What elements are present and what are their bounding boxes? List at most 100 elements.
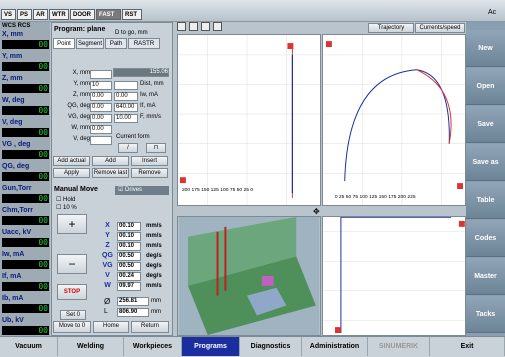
diameter-value: 256.81	[117, 297, 149, 306]
axis-unit: mm/s	[146, 283, 162, 289]
plot-top-view[interactable]: 0 25 50 75 100 125 150 175 200 225	[322, 34, 466, 206]
bottom-nav-button[interactable]: Workpieces	[124, 337, 182, 356]
mode-button[interactable]: DOOR	[70, 9, 95, 20]
axis-unit: deg/s	[146, 263, 162, 269]
program-action-button[interactable]: Insert	[131, 156, 168, 166]
mode-button[interactable]: WTR	[49, 9, 69, 20]
status-value: 00	[2, 238, 49, 247]
plot-side-view[interactable]: 200 175 150 125 100 75 50 25 0	[177, 34, 321, 206]
diameter-symbol: Ø	[104, 297, 111, 306]
field-label: Z, mm	[73, 92, 90, 98]
field-label: W, mm	[71, 125, 90, 131]
side-button[interactable]: Save as	[466, 144, 505, 181]
axis-unit: mm/s	[146, 233, 162, 239]
wcs-tabs[interactable]: WCS RCS	[2, 23, 30, 29]
program-tab[interactable]: Point	[53, 38, 75, 49]
mode-button[interactable]: AR	[33, 9, 48, 20]
mode-button[interactable]: PS	[17, 9, 32, 20]
side-button[interactable]: Table	[466, 182, 505, 219]
program-action-button[interactable]: Apply	[53, 168, 90, 178]
status-label: Chm,Torr	[2, 207, 33, 214]
status-label: Ib, mA	[2, 295, 24, 302]
tab-currents-speed[interactable]: Currents/speed	[415, 23, 465, 33]
side-button[interactable]: Save	[466, 106, 505, 143]
bottom-nav-button[interactable]: Programs	[182, 337, 240, 356]
form-step-button[interactable]: /	[118, 143, 138, 153]
stop-button[interactable]: STOP	[57, 284, 87, 300]
tab-rcs[interactable]: RCS	[18, 23, 31, 29]
form-pulse-button[interactable]: ⊓	[146, 143, 166, 153]
field-label: X, mm	[72, 70, 90, 76]
field-label: QG, deg	[67, 103, 90, 109]
bottom-nav-button[interactable]: Exit	[430, 337, 505, 356]
axis-speed-input[interactable]: 00.10	[117, 232, 141, 241]
bottom-nav-button[interactable]: SINUMERIK	[368, 337, 430, 356]
rfield-label: Iw, mA	[140, 92, 159, 98]
rfield-input[interactable]: 640.00	[114, 103, 138, 112]
hold-checkbox[interactable]: ☐ Hold	[56, 196, 75, 203]
bottom-nav-button[interactable]: Vacuum	[0, 337, 58, 356]
axis-speed-input[interactable]: 09.97	[117, 282, 141, 291]
field-input[interactable]: 0.00	[90, 92, 112, 101]
bottom-nav-button[interactable]: Administration	[302, 337, 368, 356]
axis-label: W	[104, 282, 111, 289]
tab-trajectory[interactable]: Trajectory	[368, 23, 414, 33]
mode-button[interactable]: RST	[122, 9, 142, 20]
plot-front-view[interactable]	[322, 216, 466, 336]
toolbar-icons	[177, 22, 237, 32]
length-unit: mm	[151, 309, 161, 315]
program-action-button[interactable]: Add actual	[53, 156, 90, 166]
field-input[interactable]: 10	[90, 81, 112, 90]
plus-button[interactable]: +	[57, 214, 87, 234]
rfield-input[interactable]	[114, 81, 138, 90]
side-button[interactable]: New	[466, 30, 505, 67]
side-button[interactable]: Master	[466, 258, 505, 295]
axis-speed-input[interactable]: 00.50	[117, 262, 141, 271]
program-action-button[interactable]: Remove last	[92, 168, 129, 178]
crosshair-icon[interactable]: ✥	[313, 207, 320, 216]
field-input[interactable]: 0.00	[90, 125, 112, 134]
field-input[interactable]: 0.00	[90, 103, 112, 112]
status-label: If, mA	[2, 273, 22, 280]
minus-button[interactable]: −	[57, 254, 87, 274]
pct-checkbox[interactable]: ☐ 10 %	[56, 204, 77, 211]
field-label: V, deg	[73, 136, 90, 142]
axis-unit: mm/s	[146, 243, 162, 249]
field-input[interactable]	[90, 70, 112, 79]
axis-speed-input[interactable]: 00.24	[117, 272, 141, 281]
field-input[interactable]	[90, 136, 112, 145]
axis-speed-input[interactable]: 00.50	[117, 252, 141, 261]
field-label: Y, mm	[73, 81, 90, 87]
corner-label: Ac	[488, 9, 497, 16]
axis-speed-input[interactable]: 00.10	[117, 222, 141, 231]
drives-label: Drives	[125, 187, 143, 193]
return-button[interactable]: Return	[131, 321, 169, 333]
program-tab[interactable]: Path	[105, 38, 127, 49]
pan-icon[interactable]	[200, 22, 210, 31]
mode-button[interactable]: FAST	[96, 9, 121, 20]
program-action-button[interactable]: Add	[92, 156, 129, 166]
rfield-input[interactable]: 0.00	[114, 92, 138, 101]
rfield-input[interactable]: 10.00	[114, 114, 138, 123]
fit-icon[interactable]	[212, 22, 222, 31]
side-button[interactable]: Tacks	[466, 296, 505, 333]
move-to-zero-button[interactable]: Move to 0	[53, 321, 91, 333]
zoom-icon[interactable]	[188, 22, 198, 31]
program-action-button[interactable]: Remove	[131, 168, 168, 178]
side-button[interactable]: Codes	[466, 220, 505, 257]
tab-wcs[interactable]: WCS	[2, 23, 16, 29]
bottom-nav-button[interactable]: Welding	[58, 337, 124, 356]
field-input[interactable]: 0.00	[90, 114, 112, 123]
program-tab[interactable]: RASTR	[128, 38, 160, 49]
bottom-nav-button[interactable]: Diagnostics	[240, 337, 302, 356]
axis-speed-input[interactable]: 00.10	[117, 242, 141, 251]
set-zero-button[interactable]: Set 0	[60, 310, 86, 320]
status-label: Gun,Torr	[2, 185, 32, 192]
drives-toggle[interactable]: ☑ Drives	[115, 186, 169, 195]
mode-button[interactable]: VS	[1, 9, 16, 20]
home-button[interactable]: Home	[93, 321, 129, 333]
program-tab[interactable]: Segment	[76, 38, 104, 49]
select-tool-icon[interactable]	[177, 22, 186, 31]
plot-3d-view[interactable]	[177, 216, 321, 336]
side-button[interactable]: Open	[466, 68, 505, 105]
